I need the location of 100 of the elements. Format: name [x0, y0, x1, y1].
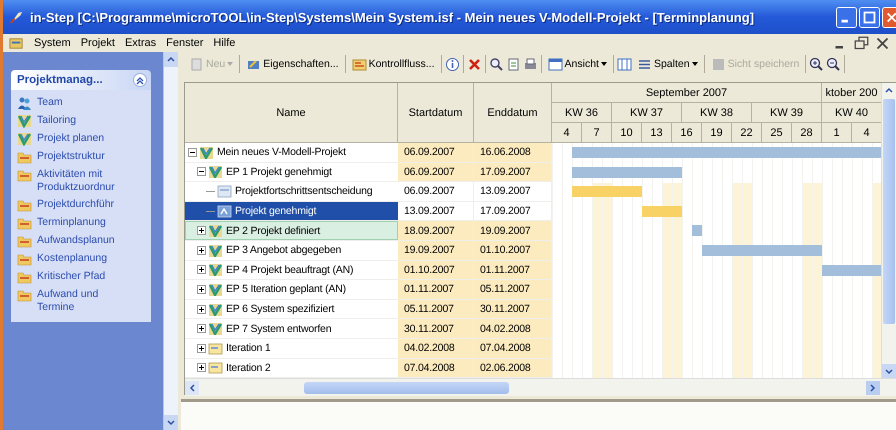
tree-row[interactable]: Projekt genehmigt [185, 202, 398, 222]
sidebar-item[interactable]: Projekt planen [17, 132, 147, 146]
table-cell: 05.11.2007 [474, 280, 552, 300]
sidebar-item[interactable]: Projektdurchführ [17, 198, 147, 212]
folder-icon [17, 252, 32, 266]
menu-item[interactable]: Projekt [80, 37, 115, 49]
expand-icon[interactable] [197, 265, 206, 274]
expand-icon[interactable] [197, 304, 206, 314]
close-icon[interactable] [875, 36, 890, 50]
expand-icon[interactable] [197, 246, 206, 255]
table-cell: 01.10.2007 [474, 240, 552, 261]
caret-icon [600, 62, 607, 66]
day-header: 13 [642, 123, 672, 143]
table-cell: 19.09.2007 [398, 240, 474, 261]
expand-icon[interactable] [197, 226, 206, 236]
table-cell: 30.11.2007 [398, 319, 474, 339]
tree-row[interactable]: EP 6 System spezifiziert [185, 300, 398, 320]
window-title: in-Step [C:\Programme\microTOOL\in-Step\Systems\Mein System.isf - Mein neues V-Modell-Projekt - [Terminplanung] [30, 10, 756, 24]
caret-icon [692, 62, 698, 66]
search-icon[interactable] [488, 56, 504, 72]
panel-title: Projektmanag... [17, 74, 103, 86]
sidebar-item[interactable]: Kostenplanung [17, 252, 147, 266]
table-cell: 04.02.2008 [398, 338, 474, 359]
table-cell: 06.09.2007 [398, 182, 474, 202]
scrollbar-thumb[interactable] [304, 382, 509, 394]
table-cell: 16.06.2008 [474, 143, 552, 163]
expand-icon[interactable] [197, 284, 206, 294]
table-cell: 07.04.2008 [474, 338, 552, 359]
sidebar-item[interactable]: Aufwand und Termine [17, 288, 147, 314]
scroll-up-icon[interactable] [164, 52, 178, 67]
toolbar-button[interactable]: Spalten [634, 55, 701, 73]
table-cell: 06.09.2007 [398, 162, 474, 182]
close-button[interactable] [882, 6, 896, 28]
tree-row[interactable]: EP 2 Projekt definiert [185, 221, 398, 241]
day-header: 10 [612, 123, 642, 143]
sidebar-item[interactable]: Aktivitäten mit Produktzuordnur [17, 168, 147, 194]
delete-icon[interactable] [466, 56, 482, 72]
month-header: September 2007 [552, 83, 822, 103]
folder-icon [17, 216, 32, 230]
sidebar-item[interactable]: Terminplanung [17, 216, 147, 230]
restore-icon[interactable] [854, 36, 869, 50]
collapse-icon[interactable] [188, 148, 197, 157]
document-icon[interactable] [506, 56, 521, 72]
expand-icon[interactable] [197, 324, 206, 334]
minimize-button[interactable] [836, 6, 857, 28]
column-header[interactable]: Name [185, 83, 398, 143]
zoom-in-icon[interactable] [809, 56, 824, 72]
expand-icon[interactable] [197, 363, 206, 372]
day-header: 1 [822, 123, 852, 143]
printer-icon[interactable] [522, 56, 538, 72]
folder-icon [208, 361, 223, 374]
sidebar-item[interactable]: Tailoring [17, 114, 147, 128]
collapse-icon[interactable] [197, 167, 206, 176]
grid-icon[interactable] [616, 56, 632, 72]
table-cell: 05.11.2007 [398, 300, 474, 320]
document-icon [9, 36, 24, 50]
sidebar-item[interactable]: Aufwandsplanun [17, 234, 147, 248]
folder-icon [17, 198, 32, 212]
toolbar-button[interactable]: Kontrollfluss... [348, 55, 438, 73]
folder-icon [17, 270, 32, 284]
tree-row[interactable]: Mein neues V-Modell-Projekt [185, 143, 398, 163]
day-header: 25 [762, 123, 792, 143]
tree-row[interactable]: EP 7 System entworfen [185, 319, 398, 339]
tree-row[interactable]: EP 1 Projekt genehmigt [185, 162, 398, 182]
collapse-icon[interactable] [133, 73, 147, 87]
folder-icon [17, 150, 32, 164]
people-icon [17, 96, 32, 110]
toolbar-button[interactable]: Eigenschaften... [243, 55, 342, 73]
document-icon [217, 184, 232, 198]
day-header: 22 [732, 123, 762, 143]
table-cell: 02.06.2008 [474, 358, 552, 378]
sidebar-item[interactable]: Team [17, 96, 147, 110]
scroll-down-icon[interactable] [164, 415, 178, 430]
scroll-right-icon[interactable] [866, 380, 880, 395]
scroll-down-icon[interactable] [882, 364, 896, 378]
maximize-button[interactable] [859, 6, 880, 28]
scroll-left-icon[interactable] [185, 380, 199, 395]
toolbar-button[interactable]: Ansicht [544, 55, 610, 73]
menu-item[interactable]: Extras [124, 37, 156, 49]
table-cell: 06.09.2007 [398, 143, 474, 163]
sidebar-item[interactable]: Kritischer Pfad [17, 270, 147, 284]
table-cell: 17.09.2007 [474, 162, 552, 182]
zoom-out-icon[interactable] [826, 56, 842, 72]
week-header: KW 39 [752, 103, 822, 123]
menu-item[interactable]: Hilfe [213, 37, 236, 49]
tree-row[interactable]: EP 5 Iteration geplant (AN) [185, 280, 398, 300]
scrollbar-thumb[interactable] [883, 99, 895, 324]
menu-item[interactable]: System [34, 37, 71, 49]
sidebar-item[interactable]: Projektstruktur [17, 150, 147, 164]
table-cell: 01.10.2007 [398, 260, 474, 280]
tree-row[interactable]: EP 4 Projekt beauftragt (AN) [185, 260, 398, 280]
panel-header[interactable]: Projektmanag... [11, 70, 151, 90]
info-icon[interactable] [444, 56, 460, 72]
folder-icon [17, 288, 32, 302]
tree-row[interactable]: EP 3 Angebot abgegeben [185, 240, 398, 261]
expand-icon[interactable] [197, 344, 206, 353]
day-header: 19 [702, 123, 732, 143]
menu-item[interactable]: Fenster [166, 37, 204, 49]
tree-row[interactable]: Iteration 1 [185, 338, 398, 359]
folder-icon [208, 342, 223, 355]
